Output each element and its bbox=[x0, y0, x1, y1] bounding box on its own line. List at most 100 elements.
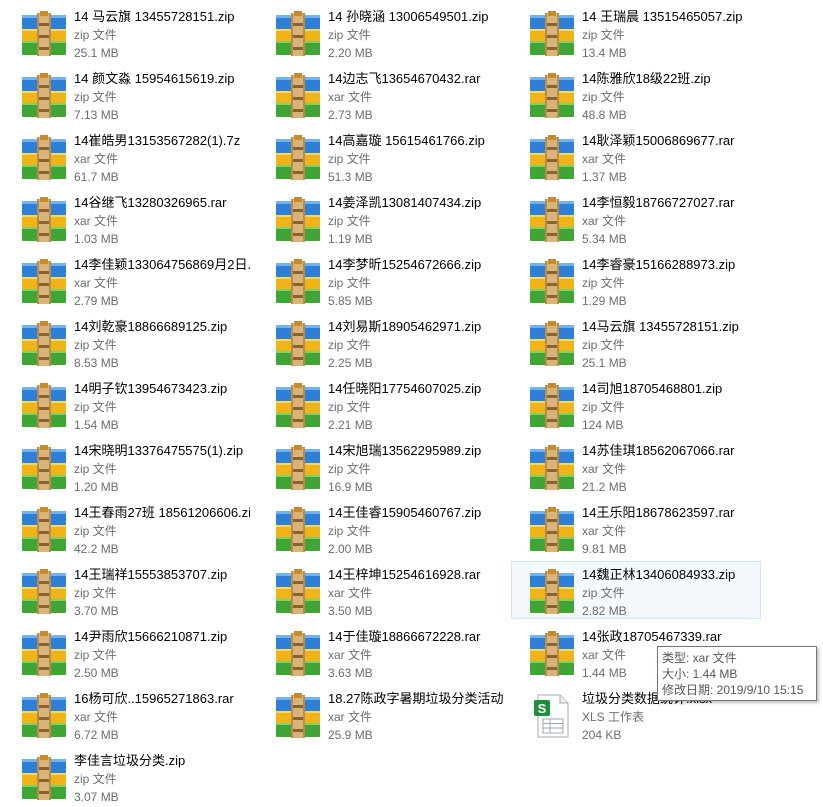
file-item[interactable]: 14宋旭瑞13562295989.zip zip 文件 16.9 MB bbox=[257, 437, 507, 495]
file-size: 51.3 MB bbox=[328, 170, 373, 184]
file-name: 李佳言垃圾分类.zip bbox=[74, 753, 186, 768]
winrar-archive-icon bbox=[274, 320, 322, 368]
file-name: 14刘易斯18905462971.zip bbox=[328, 319, 482, 334]
file-item[interactable]: 14王乐阳18678623597.rar xar 文件 9.81 MB bbox=[511, 499, 761, 557]
file-type: zip 文件 bbox=[74, 28, 117, 42]
file-type: zip 文件 bbox=[328, 214, 371, 228]
file-item[interactable]: 14高嘉璇 15615461766.zip zip 文件 51.3 MB bbox=[257, 127, 507, 185]
winrar-archive-icon bbox=[528, 506, 576, 554]
winrar-archive-icon bbox=[20, 196, 68, 244]
file-item[interactable]: 14边志飞13654670432.rar xar 文件 2.73 MB bbox=[257, 65, 507, 123]
winrar-archive-icon bbox=[528, 196, 576, 244]
file-size: 3.50 MB bbox=[328, 604, 373, 618]
file-item[interactable]: 16杨可欣..15965271863.rar xar 文件 6.72 MB bbox=[3, 685, 253, 743]
file-item[interactable]: 14尹雨欣15666210871.zip zip 文件 2.50 MB bbox=[3, 623, 253, 681]
file-item[interactable]: 14马云旗 13455728151.zip zip 文件 25.1 MB bbox=[511, 313, 761, 371]
file-name: 14尹雨欣15666210871.zip bbox=[74, 629, 228, 644]
winrar-archive-icon bbox=[274, 72, 322, 120]
file-item[interactable]: 14王瑞祥15553853707.zip zip 文件 3.70 MB bbox=[3, 561, 253, 619]
winrar-archive-icon bbox=[20, 506, 68, 554]
file-name: 14李梦昕15254672666.zip bbox=[328, 257, 482, 272]
file-size: 2.00 MB bbox=[328, 542, 373, 556]
file-size: 25.1 MB bbox=[582, 356, 627, 370]
file-size: 21.2 MB bbox=[582, 480, 627, 494]
file-item[interactable]: 14 王瑞晨 13515465057.zip zip 文件 13.4 MB bbox=[511, 3, 761, 61]
file-size: 124 MB bbox=[582, 418, 624, 432]
file-size: 2.25 MB bbox=[328, 356, 373, 370]
file-size: 1.20 MB bbox=[74, 480, 119, 494]
file-size: 2.50 MB bbox=[74, 666, 119, 680]
file-name: 14李恒毅18766727027.rar bbox=[582, 195, 735, 210]
file-name: 14苏佳琪18562067066.rar bbox=[582, 443, 735, 458]
winrar-archive-icon bbox=[528, 258, 576, 306]
file-item[interactable]: 14宋晓明13376475575(1).zip zip 文件 1.20 MB bbox=[3, 437, 253, 495]
file-item[interactable]: 18.27陈政字暑期垃圾分类活动.rar xar 文件 25.9 MB bbox=[257, 685, 507, 743]
winrar-archive-icon bbox=[528, 72, 576, 120]
file-name: 14任晓阳17754607025.zip bbox=[328, 381, 482, 396]
file-type: zip 文件 bbox=[328, 524, 371, 538]
winrar-archive-icon bbox=[274, 444, 322, 492]
file-size: 1.29 MB bbox=[582, 294, 627, 308]
file-item[interactable]: 14李睿豪15166288973.zip zip 文件 1.29 MB bbox=[511, 251, 761, 309]
winrar-archive-icon bbox=[20, 692, 68, 740]
winrar-archive-icon bbox=[274, 196, 322, 244]
file-item[interactable]: 14 孙晓涵 13006549501.zip zip 文件 2.20 MB bbox=[257, 3, 507, 61]
winrar-archive-icon bbox=[274, 630, 322, 678]
file-name: 16杨可欣..15965271863.rar bbox=[74, 691, 234, 706]
file-name: 14张政18705467339.rar bbox=[582, 629, 722, 644]
file-type: zip 文件 bbox=[328, 338, 371, 352]
file-size: 2.82 MB bbox=[582, 604, 627, 618]
winrar-archive-icon bbox=[528, 568, 576, 616]
file-size: 3.63 MB bbox=[328, 666, 373, 680]
file-type: XLS 工作表 bbox=[582, 710, 645, 724]
file-item[interactable]: 14耿泽颖15006869677.rar xar 文件 1.37 MB bbox=[511, 127, 761, 185]
file-item[interactable]: 14魏正林13406084933.zip zip 文件 2.82 MB bbox=[511, 561, 761, 619]
file-size: 5.85 MB bbox=[328, 294, 373, 308]
file-name: 14宋旭瑞13562295989.zip bbox=[328, 443, 482, 458]
file-type: xar 文件 bbox=[582, 214, 627, 228]
file-type: zip 文件 bbox=[582, 276, 625, 290]
file-item[interactable]: 14 马云旗 13455728151.zip zip 文件 25.1 MB bbox=[3, 3, 253, 61]
file-item[interactable]: 14谷继飞13280326965.rar xar 文件 1.03 MB bbox=[3, 189, 253, 247]
file-item[interactable]: 14陈雅欣18级22班.zip zip 文件 48.8 MB bbox=[511, 65, 761, 123]
file-item[interactable]: 14王梓坤15254616928.rar xar 文件 3.50 MB bbox=[257, 561, 507, 619]
file-item[interactable]: 14姜泽凯13081407434.zip zip 文件 1.19 MB bbox=[257, 189, 507, 247]
file-item[interactable]: 14李梦昕15254672666.zip zip 文件 5.85 MB bbox=[257, 251, 507, 309]
file-item[interactable]: 14任晓阳17754607025.zip zip 文件 2.21 MB bbox=[257, 375, 507, 433]
winrar-archive-icon bbox=[20, 10, 68, 58]
file-size: 1.19 MB bbox=[328, 232, 373, 246]
file-item[interactable]: 14王佳睿15905460767.zip zip 文件 2.00 MB bbox=[257, 499, 507, 557]
file-name: 14王佳睿15905460767.zip bbox=[328, 505, 482, 520]
file-item[interactable]: 14李佳颖133064756869月2日.rar xar 文件 2.79 MB bbox=[3, 251, 253, 309]
file-name: 14谷继飞13280326965.rar bbox=[74, 195, 227, 210]
file-item[interactable]: 李佳言垃圾分类.zip zip 文件 3.07 MB bbox=[3, 747, 253, 805]
file-size: 7.13 MB bbox=[74, 108, 119, 122]
file-size: 25.9 MB bbox=[328, 728, 373, 742]
file-size: 16.9 MB bbox=[328, 480, 373, 494]
file-item[interactable]: 14明子钦13954673423.zip zip 文件 1.54 MB bbox=[3, 375, 253, 433]
file-type: xar 文件 bbox=[582, 152, 627, 166]
file-item[interactable]: 14于佳璇18866672228.rar xar 文件 3.63 MB bbox=[257, 623, 507, 681]
file-item[interactable]: 14司旭18705468801.zip zip 文件 124 MB bbox=[511, 375, 761, 433]
file-size: 6.72 MB bbox=[74, 728, 119, 742]
file-item[interactable]: 14 颜文淼 15954615619.zip zip 文件 7.13 MB bbox=[3, 65, 253, 123]
file-type: zip 文件 bbox=[74, 772, 117, 786]
file-type: xar 文件 bbox=[74, 276, 119, 290]
file-type: zip 文件 bbox=[74, 524, 117, 538]
file-name: 18.27陈政字暑期垃圾分类活动.rar bbox=[328, 691, 504, 706]
file-name: 14马云旗 13455728151.zip bbox=[582, 319, 739, 334]
file-item[interactable]: 14崔皓男13153567282(1).7z xar 文件 61.7 MB bbox=[3, 127, 253, 185]
file-name: 14王乐阳18678623597.rar bbox=[582, 505, 735, 520]
file-size: 48.8 MB bbox=[582, 108, 627, 122]
file-item[interactable]: 14王春雨27班 18561206606.zip zip 文件 42.2 MB bbox=[3, 499, 253, 557]
file-type: zip 文件 bbox=[328, 400, 371, 414]
file-item[interactable]: 14李恒毅18766727027.rar xar 文件 5.34 MB bbox=[511, 189, 761, 247]
file-type: zip 文件 bbox=[582, 338, 625, 352]
winrar-archive-icon bbox=[20, 754, 68, 802]
file-item[interactable]: 14刘易斯18905462971.zip zip 文件 2.25 MB bbox=[257, 313, 507, 371]
file-size: 1.37 MB bbox=[582, 170, 627, 184]
file-item[interactable]: 14苏佳琪18562067066.rar xar 文件 21.2 MB bbox=[511, 437, 761, 495]
file-name: 14魏正林13406084933.zip bbox=[582, 567, 736, 582]
file-item[interactable]: 14刘乾豪18866689125.zip zip 文件 8.53 MB bbox=[3, 313, 253, 371]
excel-spreadsheet-icon: S bbox=[528, 692, 576, 740]
